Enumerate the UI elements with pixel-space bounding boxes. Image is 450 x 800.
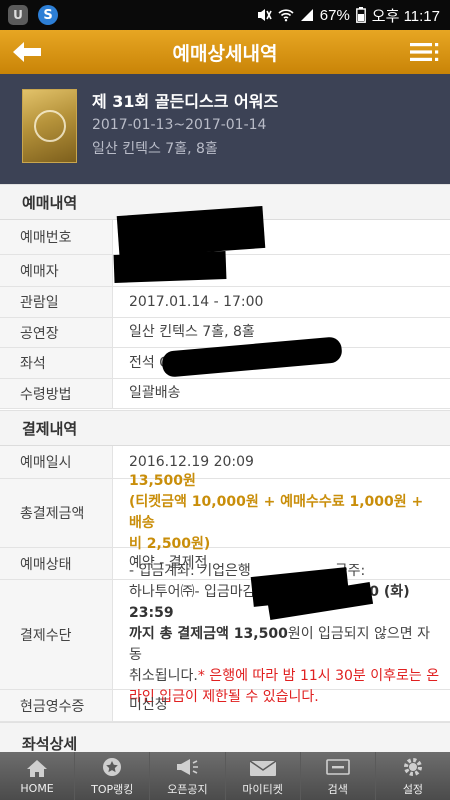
s-app-icon: S <box>38 5 58 25</box>
wifi-icon <box>278 9 294 22</box>
seat-label: 좌석 <box>0 348 113 378</box>
nav-home-label: HOME <box>20 782 54 795</box>
status-bar: U S 67% 오후 11:17 <box>0 0 450 30</box>
nav-open-notice[interactable]: 오픈공지 <box>150 752 226 800</box>
payment-method-label: 결제수단 <box>0 580 113 689</box>
booking-number-label: 예매번호 <box>0 220 113 254</box>
ranking-icon <box>103 757 122 776</box>
viewing-date-value: 2017.01.14 - 17:00 <box>129 293 264 310</box>
payment-amount-prefix: 까지 총 결제금액 <box>129 626 234 642</box>
battery-percent: 67% <box>319 6 350 24</box>
event-poster[interactable] <box>22 89 77 163</box>
total-amount-value: 13,500원 <box>129 473 196 489</box>
home-icon <box>27 760 48 777</box>
nav-settings-label: 설정 <box>402 782 424 796</box>
nav-home[interactable]: HOME <box>0 752 76 800</box>
back-button[interactable] <box>8 37 46 67</box>
event-dates: 2017-01-13~2017-01-14 <box>92 117 267 133</box>
my-ticket-icon <box>249 759 277 776</box>
event-title: 제 31회 골든디스크 어워즈 <box>92 92 279 111</box>
viewing-date-label: 관람일 <box>0 287 113 317</box>
page-title: 예매상세내역 <box>172 42 278 65</box>
delivery-method-row: 수령방법 일괄배송 <box>0 379 450 409</box>
battery-icon <box>355 7 366 23</box>
cash-receipt-value: 미신청 <box>129 697 168 713</box>
nav-my-ticket-label: 마이티켓 <box>242 782 283 796</box>
menu-button[interactable] <box>406 37 442 67</box>
event-summary: 제 31회 골든디스크 어워즈 2017-01-13~2017-01-14 일산… <box>0 74 450 184</box>
cash-receipt-row: 현금영수증 미신청 <box>0 690 450 722</box>
payment-section-title: 결제내역 <box>0 410 450 446</box>
booker-label: 예매자 <box>0 255 113 286</box>
payment-amount-value: 13,500 <box>233 626 288 642</box>
payment-method-row: 결제수단 - 입금계좌: 기업은행금주: 하나투어㈜- 입금마감시간: 2016… <box>0 563 450 705</box>
total-amount-row: 총결제금액 13,500원 (티켓금액 10,000원 + 예매수수료 1,00… <box>0 473 450 552</box>
nav-my-ticket[interactable]: 마이티켓 <box>226 752 301 800</box>
seat-detail-section-title: 좌석상세 <box>0 722 450 756</box>
event-venue: 일산 킨텍스 7홀, 8홀 <box>92 141 218 157</box>
nav-settings[interactable]: 설정 <box>376 752 450 800</box>
mute-icon <box>257 9 272 21</box>
signal-icon <box>300 9 313 21</box>
poster-emblem <box>33 110 66 142</box>
cash-receipt-label: 현금영수증 <box>0 690 113 721</box>
megaphone-icon <box>177 758 199 775</box>
title-bar: 예매상세내역 <box>0 30 450 74</box>
payment-account-text: - 입금계좌: 기업은행 <box>129 563 251 579</box>
gear-icon <box>403 757 422 776</box>
nav-search-label: 검색 <box>327 782 348 796</box>
nav-search[interactable]: 검색 <box>301 752 376 800</box>
nav-open-notice-label: 오픈공지 <box>167 782 208 796</box>
venue-label: 공연장 <box>0 318 113 347</box>
search-icon <box>325 758 350 775</box>
payment-cancel-text: 취소됩니다. <box>129 668 198 684</box>
payment-bank-warning: * 은행에 따라 밤 11시 30분 이후로는 온 <box>197 668 440 684</box>
total-amount-cell: 13,500원 (티켓금액 10,000원 + 예매수수료 1,000원 + 배… <box>113 473 450 552</box>
booking-status-label: 예매상태 <box>0 548 113 579</box>
clock: 오후 11:17 <box>371 7 440 25</box>
delivery-method-value: 일괄배송 <box>129 385 181 401</box>
delivery-method-label: 수령방법 <box>0 379 113 408</box>
total-amount-breakdown-1: (티켓금액 10,000원 + 예매수수료 1,000원 + 배송 <box>129 494 424 531</box>
back-arrow-icon <box>13 42 41 62</box>
nav-top-ranking-label: TOP랭킹 <box>91 782 134 796</box>
menu-icon <box>410 43 439 61</box>
venue-row: 공연장 일산 킨텍스 7홀, 8홀 <box>0 318 450 348</box>
nav-top-ranking[interactable]: TOP랭킹 <box>75 752 151 800</box>
order-date-label: 예매일시 <box>0 446 113 478</box>
payment-cancel-line: 취소됩니다.* 은행에 따라 밤 11시 30분 이후로는 온 <box>129 666 440 687</box>
bottom-nav: HOME TOP랭킹 오픈공지 마이티켓 검색 설정 <box>0 752 450 800</box>
viewing-date-row: 관람일 2017.01.14 - 17:00 <box>0 287 450 318</box>
payment-amount-line: 까지 총 결제금액 13,500원이 입금되지 않으면 자동 <box>129 624 440 666</box>
redaction-booker <box>113 251 227 283</box>
app-notification-icon: U <box>8 5 28 25</box>
total-amount-label: 총결제금액 <box>0 479 113 547</box>
